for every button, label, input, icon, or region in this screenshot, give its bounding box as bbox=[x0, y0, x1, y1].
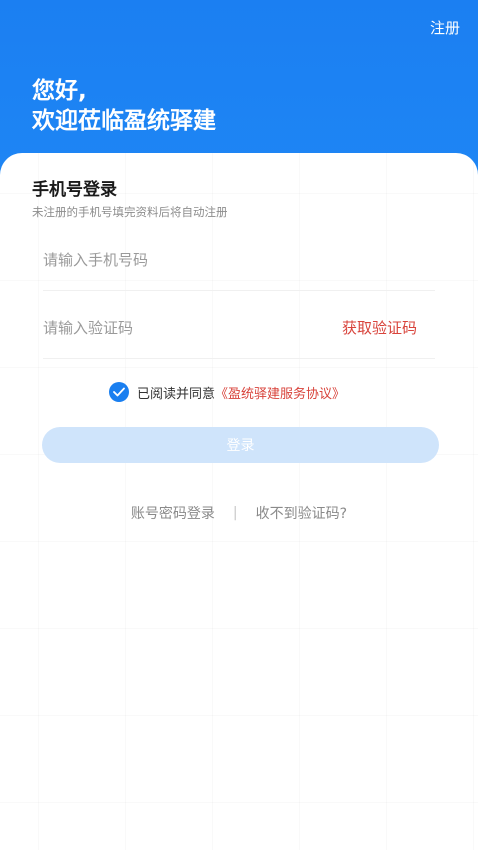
agreement-row: 已阅读并同意 《盈统驿建服务协议》 bbox=[109, 381, 345, 403]
greeting-line-2: 欢迎莅临盈统驿建 bbox=[32, 108, 216, 134]
welcome-greeting: 您好, 欢迎莅临盈统驿建 bbox=[32, 76, 216, 136]
phone-field bbox=[43, 230, 435, 291]
login-subtitle: 未注册的手机号填完资料后将自动注册 bbox=[32, 205, 228, 219]
password-login-link[interactable]: 账号密码登录 bbox=[131, 503, 215, 523]
link-separator: | bbox=[232, 505, 238, 521]
get-code-button[interactable]: 获取验证码 bbox=[342, 298, 417, 358]
agreement-text: 已阅读并同意 bbox=[137, 386, 216, 402]
agreement-checkbox[interactable] bbox=[109, 382, 129, 402]
register-link[interactable]: 注册 bbox=[430, 17, 460, 38]
phone-input[interactable] bbox=[43, 230, 323, 290]
code-field: 获取验证码 bbox=[43, 298, 435, 359]
alternative-login-links: 账号密码登录 | 收不到验证码? bbox=[0, 503, 478, 523]
login-card: 手机号登录 未注册的手机号填完资料后将自动注册 获取验证码 已阅读并同意 《盈统… bbox=[0, 153, 478, 850]
verification-code-input[interactable] bbox=[43, 298, 323, 358]
greeting-line-1: 您好, bbox=[32, 78, 87, 104]
login-button[interactable]: 登录 bbox=[42, 427, 439, 463]
agreement-link[interactable]: 《盈统驿建服务协议》 bbox=[215, 383, 345, 402]
no-code-help-link[interactable]: 收不到验证码? bbox=[256, 503, 347, 523]
login-title: 手机号登录 bbox=[32, 180, 117, 200]
checkmark-icon bbox=[113, 387, 125, 397]
